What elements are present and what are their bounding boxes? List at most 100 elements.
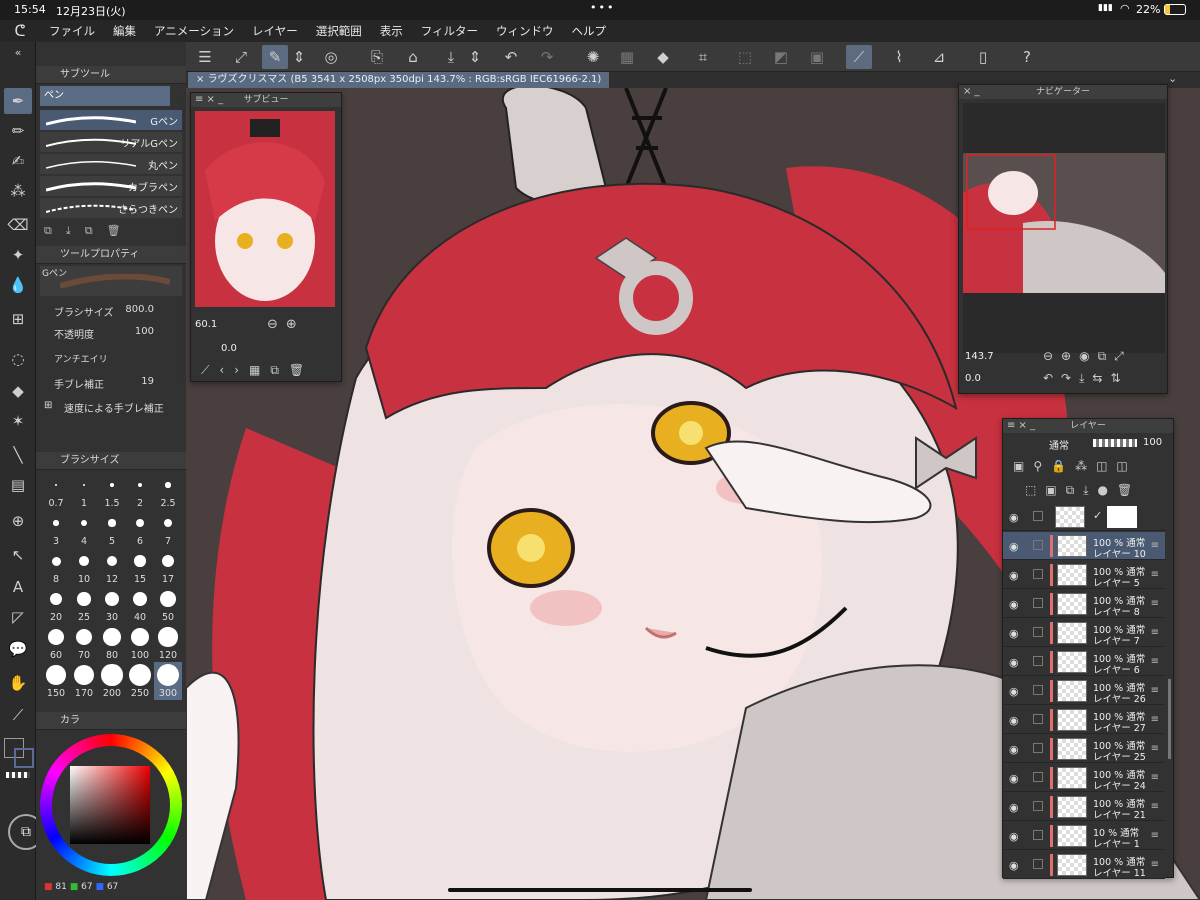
sub-color-swatch[interactable] [14,748,34,768]
layer-menu-icon[interactable]: ≡ [1151,772,1159,783]
help-icon[interactable]: ? [1014,45,1040,69]
layer-check[interactable] [1033,569,1043,579]
saturation-value-square[interactable] [70,766,150,844]
fit-to-screen-icon[interactable]: ⤢ [228,45,254,69]
lasso-tool-icon[interactable]: ◌ [4,346,32,372]
brushsize-cell[interactable]: 150 [42,662,70,700]
current-tool-preview[interactable]: Gペン [40,266,182,296]
layer-menu-icon[interactable]: ≡ [1151,656,1159,667]
brushsize-cell[interactable]: 1 [70,472,98,510]
navigator-preview[interactable] [963,103,1165,353]
gradient-tool-icon[interactable]: ▤ [4,472,32,498]
brushsize-cell[interactable]: 1.5 [98,472,126,510]
layer-row[interactable]: ◉ 100 % 通常 レイヤー 27 ≡ [1003,706,1165,734]
eye-icon[interactable]: ◉ [1009,569,1023,582]
crop-icon[interactable]: ⌗ [690,45,716,69]
layer-check[interactable] [1033,656,1043,666]
hand-tool-icon[interactable]: ✋ [4,670,32,696]
updown-icon-2[interactable]: ⇕ [468,45,482,69]
layer-row[interactable]: ◉ 100 % 通常 レイヤー 10 ≡ [1003,532,1165,560]
brushsize-cell[interactable]: 250 [126,662,154,700]
save-icon[interactable]: ⤓ [438,45,464,69]
menu-filter[interactable]: フィルター [412,23,487,39]
invert-selection-icon[interactable]: ◩ [768,45,794,69]
eraser-tool-icon[interactable]: ⌫ [4,212,32,238]
special-ruler-icon[interactable]: ⊿ [926,45,952,69]
speed-stab-row[interactable]: ⊞ 速度による手ブレ補正 [40,400,182,418]
hamburger-menu-icon[interactable]: ☰ [192,45,218,69]
camera-icon[interactable]: ◎ [318,45,344,69]
navigator-rotate-buttons[interactable]: ↶↷⤓⇆⇅ [1043,371,1129,386]
close-icon[interactable]: ≡ × _ [1007,419,1035,433]
brushsize-cell[interactable]: 2 [126,472,154,510]
brushsize-cell[interactable]: 60 [42,624,70,662]
menu-edit[interactable]: 編集 [104,23,145,39]
layer-menu-icon[interactable]: ≡ [1151,801,1159,812]
layer-check[interactable] [1033,511,1043,521]
open-folder-icon[interactable]: ⌂ [400,45,426,69]
brush-item-1[interactable]: リアルGペン [40,132,182,152]
eye-icon[interactable]: ◉ [1009,598,1023,611]
opacity-slider[interactable] [1093,439,1137,447]
menu-file[interactable]: ファイル [40,23,104,39]
brushsize-cell[interactable]: 50 [154,586,182,624]
subview-nav-buttons[interactable]: ⟋‹›▦⧉🗑 [201,363,314,378]
selection-border-icon[interactable]: ▣ [804,45,830,69]
brushsize-cell[interactable]: 100 [126,624,154,662]
brushsize-cell[interactable]: 15 [126,548,154,586]
updown-icon[interactable]: ⇕ [292,45,306,69]
redo-icon[interactable]: ↷ [534,45,560,69]
brush-item-4[interactable]: さらつきペン [40,198,182,218]
eye-icon[interactable]: ◉ [1009,743,1023,756]
fill-icon[interactable]: ◆ [650,45,676,69]
frame-tool-icon[interactable]: ◸ [4,604,32,630]
brushsize-cell[interactable]: 10 [70,548,98,586]
navigator-zoom[interactable]: 143.7 [965,351,994,362]
brushsize-cell[interactable]: 80 [98,624,126,662]
brushsize-cell[interactable]: 17 [154,548,182,586]
layer-row[interactable]: ◉ 100 % 通常 レイヤー 11 ≡ [1003,851,1165,879]
brushsize-cell[interactable]: 8 [42,548,70,586]
menu-layer[interactable]: レイヤー [243,23,307,39]
brushsize-cell[interactable]: 6 [126,510,154,548]
undo-icon[interactable]: ↶ [498,45,524,69]
layer-check[interactable] [1033,627,1043,637]
layer-action-buttons[interactable]: ⬚▣⧉⤓●🗑 [1025,483,1141,498]
brushsize-cell[interactable]: 170 [70,662,98,700]
layer-row[interactable]: ◉ 100 % 通常 レイヤー 24 ≡ [1003,764,1165,792]
close-icon[interactable]: × _ [963,85,980,99]
eye-icon[interactable]: ◉ [1009,627,1023,640]
ruler-snap-icon[interactable]: ⟋ [846,45,872,69]
subview-zoom[interactable]: 60.1 [195,319,217,330]
brushsize-cell[interactable]: 0.7 [42,472,70,510]
menu-view[interactable]: 表示 [371,23,412,39]
layer-check[interactable] [1033,859,1043,869]
eye-icon[interactable]: ◉ [1009,511,1023,524]
collapse-icon[interactable]: « [4,44,32,60]
brushsize-cell[interactable]: 5 [98,510,126,548]
edit-mode-icon[interactable]: ✎ [262,45,288,69]
subview-angle[interactable]: 0.0 [221,343,237,354]
layer-row[interactable]: ◉ 100 % 通常 レイヤー 21 ≡ [1003,793,1165,821]
line-tool-icon[interactable]: ╲ [4,442,32,468]
magic-wand-icon[interactable]: ✶ [4,408,32,434]
layer-check[interactable] [1033,743,1043,753]
layer-row[interactable]: ◉ 100 % 通常 レイヤー 26 ≡ [1003,677,1165,705]
subtool-actions[interactable]: ⧉⤓⧉🗑 [44,224,135,238]
layer-row[interactable]: ◉ 10 % 通常 レイヤー 1 ≡ [1003,822,1165,850]
brush-item-3[interactable]: カブラペン [40,176,182,196]
layer-scrollbar[interactable] [1168,679,1171,759]
decoration-tool-icon[interactable]: ✦ [4,242,32,268]
layer-check[interactable] [1033,598,1043,608]
layer-menu-icon[interactable]: ≡ [1151,714,1159,725]
smartphone-icon[interactable]: ▯ [970,45,996,69]
brushsize-cell[interactable]: 25 [70,586,98,624]
subview-zoom-buttons[interactable]: ⊖⊕ [267,317,305,332]
eyedropper-tool-icon[interactable]: ⟋ [4,702,32,728]
brushsize-cell[interactable]: 12 [98,548,126,586]
brush-item-0[interactable]: Gペン [40,110,182,130]
loading-icon[interactable]: ✺ [580,45,606,69]
brushsize-cell[interactable]: 20 [42,586,70,624]
antialias-row[interactable]: アンチエイリ [40,352,182,370]
layer-menu-icon[interactable]: ≡ [1151,598,1159,609]
